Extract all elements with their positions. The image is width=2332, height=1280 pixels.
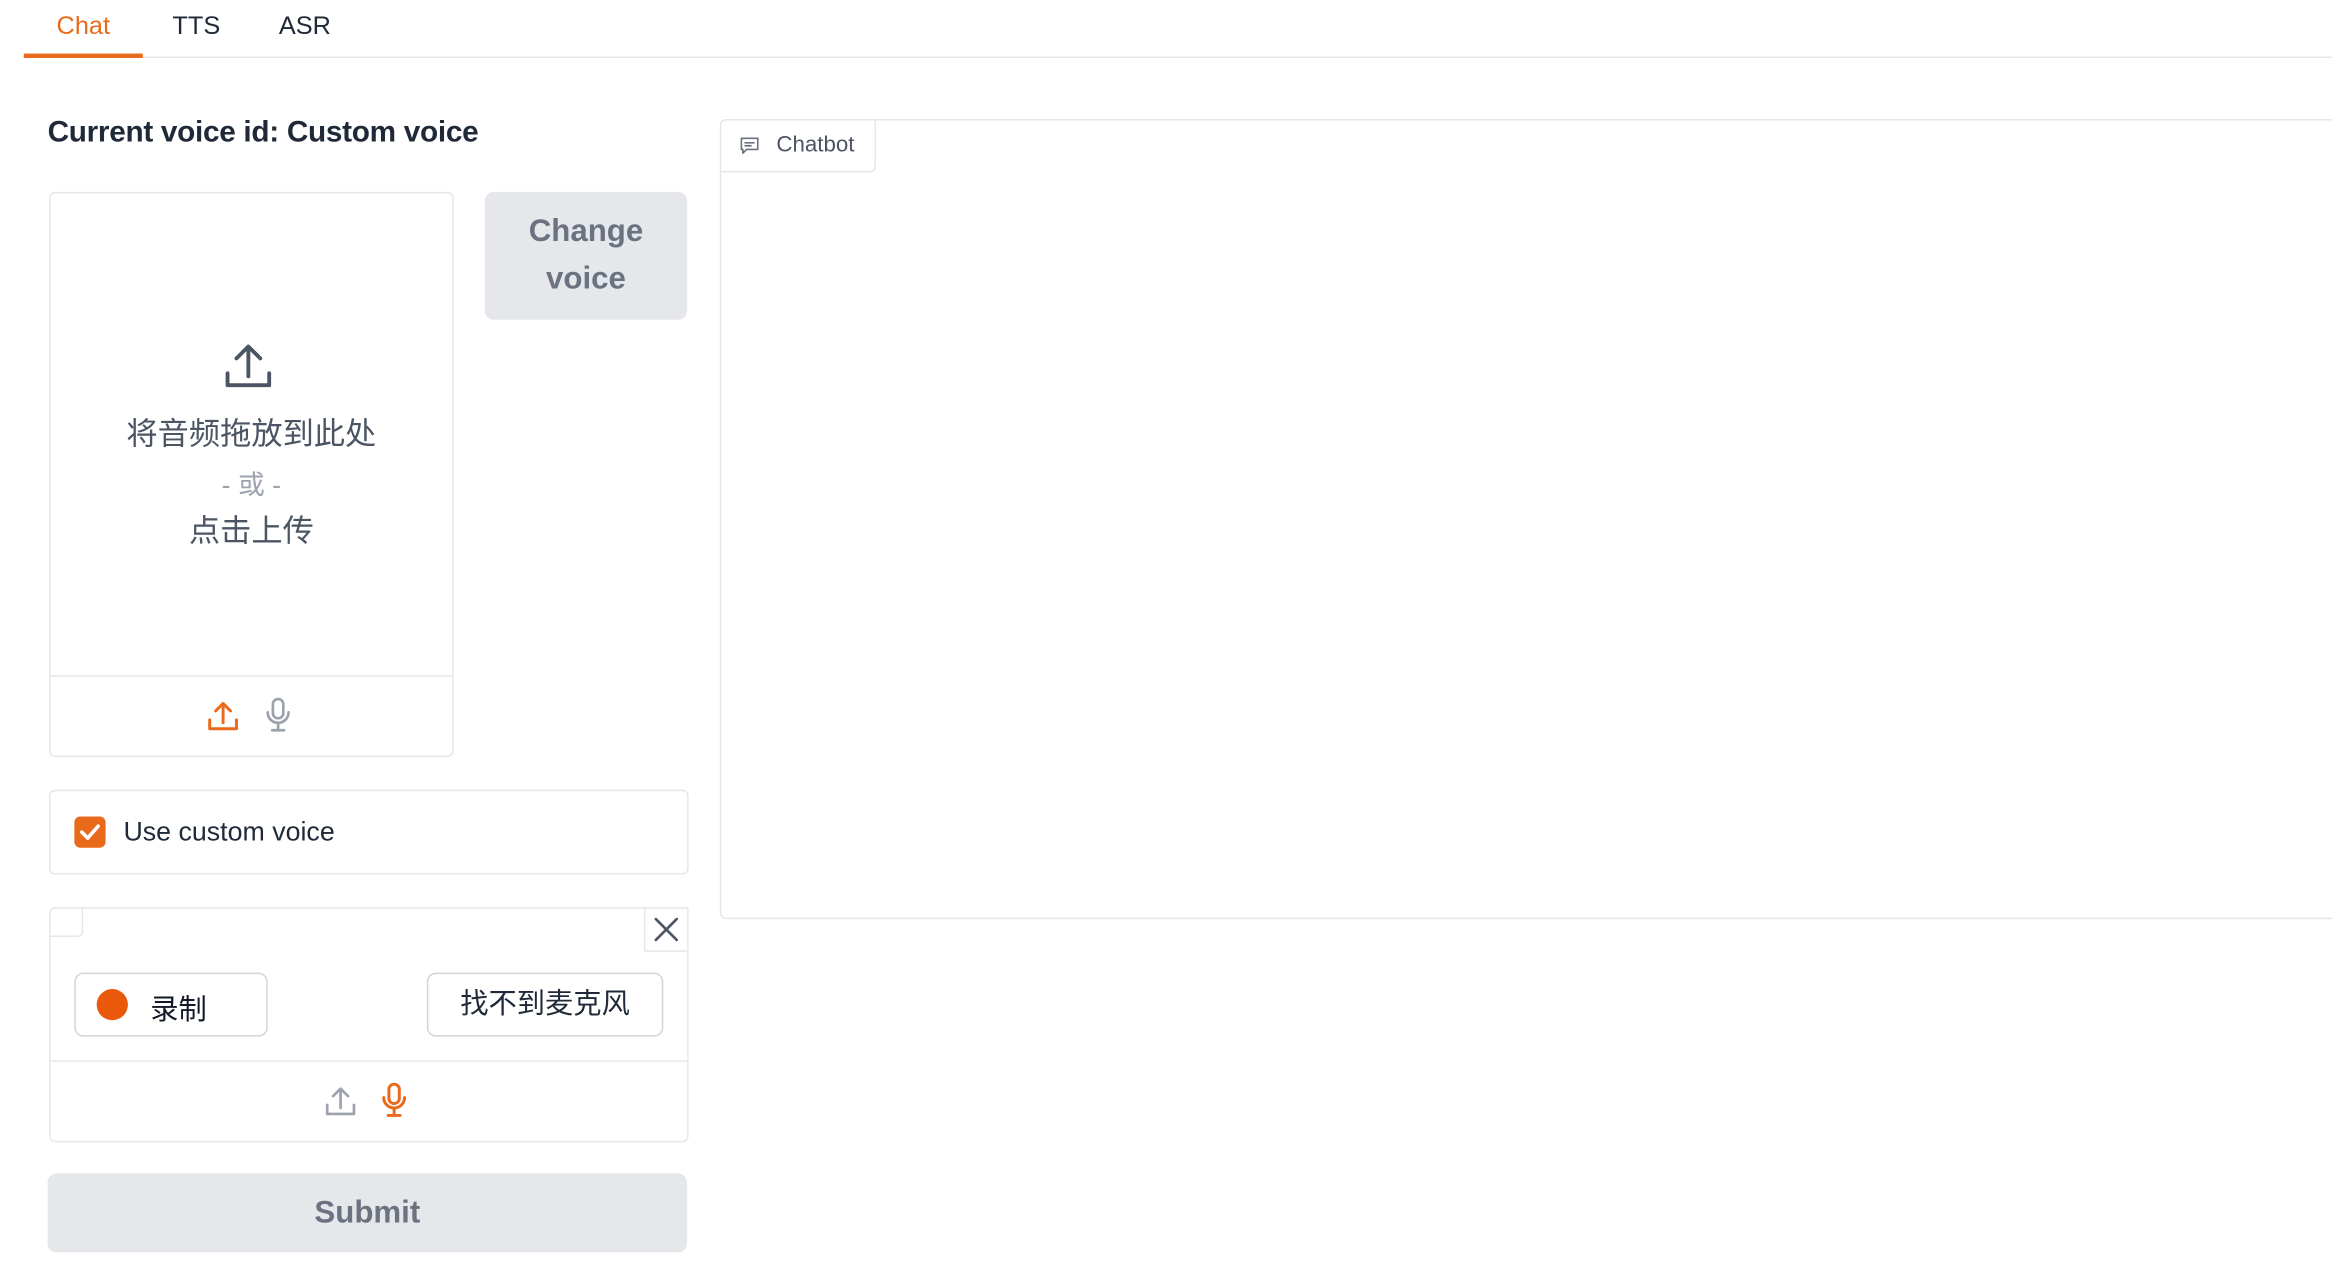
close-button[interactable]	[643, 907, 689, 952]
recorder-label-tab	[49, 907, 84, 937]
current-voice-title: Current voice id: Custom voice	[47, 116, 479, 149]
change-voice-line2: voice	[546, 261, 626, 296]
chat-bubble-icon	[740, 137, 759, 155]
chatbot-label-tab: Chatbot	[721, 120, 876, 173]
chatbot-label: Chatbot	[776, 132, 855, 158]
tab-tts[interactable]: TTS	[167, 0, 226, 57]
upload-source-bar	[50, 675, 453, 757]
click-upload-text: 点击上传	[188, 514, 314, 549]
record-dot-icon	[96, 989, 128, 1021]
upload-icon[interactable]	[323, 1083, 359, 1122]
or-separator-text: - 或 -	[221, 469, 282, 500]
upload-icon[interactable]	[205, 698, 241, 737]
record-label: 录制	[150, 994, 207, 1027]
custom-voice-checkbox[interactable]	[74, 816, 106, 848]
submit-button[interactable]: Submit	[47, 1173, 688, 1253]
no-microphone-button[interactable]: 找不到麦克风	[426, 972, 664, 1037]
change-voice-line1: Change	[528, 214, 644, 249]
upload-icon	[225, 344, 272, 388]
tab-bar: Chat TTS ASR	[23, 0, 2332, 59]
microphone-icon[interactable]	[260, 696, 296, 735]
record-button[interactable]: 录制	[74, 972, 268, 1037]
custom-voice-option: Use custom voice	[49, 789, 689, 875]
check-icon	[80, 824, 100, 840]
change-voice-button[interactable]: Change voice	[484, 191, 688, 320]
app-root: Chat TTS ASR Current voice id: Custom vo…	[0, 0, 2332, 1276]
audio-drop-zone[interactable]: 将音频拖放到此处 - 或 - 点击上传	[51, 193, 453, 675]
custom-voice-label: Use custom voice	[123, 816, 335, 847]
audio-recorder-panel: 录制 找不到麦克风	[49, 907, 689, 1143]
recorder-source-bar	[50, 1060, 688, 1142]
tab-chat[interactable]: Chat	[23, 0, 143, 59]
tab-asr[interactable]: ASR	[277, 0, 334, 57]
drop-audio-text: 将音频拖放到此处	[126, 417, 377, 453]
close-icon	[654, 917, 679, 942]
microphone-icon[interactable]	[376, 1081, 412, 1120]
audio-upload-panel: 将音频拖放到此处 - 或 - 点击上传	[49, 191, 454, 758]
chatbot-panel: Chatbot	[719, 118, 2332, 920]
